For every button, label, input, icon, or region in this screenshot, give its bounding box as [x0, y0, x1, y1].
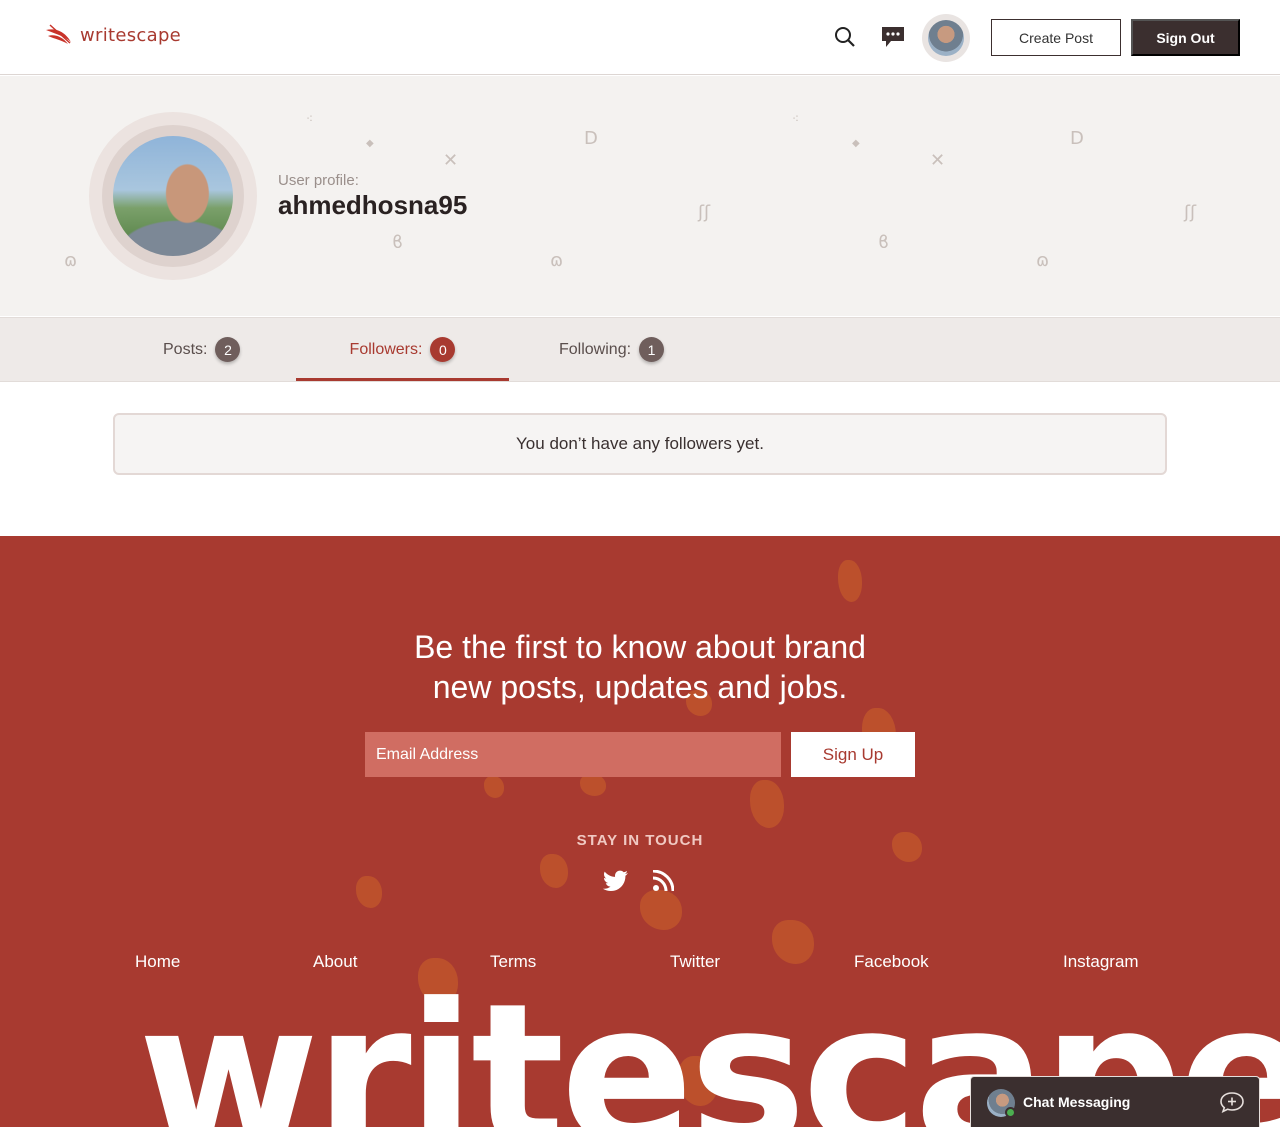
quill-logo-icon: [46, 24, 71, 44]
following-count-badge: 1: [639, 337, 665, 362]
torn-edge-divider: [0, 536, 1280, 540]
paint-splat: [772, 920, 814, 964]
pattern-moon-icon: D: [1070, 128, 1084, 149]
newsletter-heading-line1: Be the first to know about brand: [414, 629, 866, 665]
paint-splat: [540, 854, 568, 888]
email-field[interactable]: [365, 732, 781, 777]
search-icon[interactable]: [832, 24, 858, 50]
top-navbar: writescape Create Post Sign Out: [0, 0, 1280, 75]
twitter-icon[interactable]: [603, 868, 629, 894]
pattern-moon-icon: D: [584, 128, 598, 149]
empty-followers-message: You don’t have any followers yet.: [113, 413, 1167, 475]
stay-in-touch-heading: STAY IN TOUCH: [576, 832, 704, 849]
tab-followers[interactable]: Followers: 0: [296, 318, 509, 381]
tab-posts-label: Posts:: [163, 340, 208, 358]
pattern-diamond-icon: ◆: [366, 138, 374, 149]
paint-splat: [356, 876, 382, 908]
pattern-squiggle-icon: ʃʃ: [1184, 202, 1197, 223]
profile-photo: [113, 136, 233, 256]
pattern-cross-icon: ✕: [930, 150, 946, 171]
header-avatar[interactable]: [922, 14, 970, 62]
tab-following-label: Following:: [559, 340, 632, 358]
chat-messaging-widget[interactable]: Chat Messaging: [970, 1076, 1260, 1127]
site-footer: Be the first to know about brand new pos…: [0, 536, 1280, 1127]
profile-banner: ⁖ ◆ ✕ D ʃʃ ɷ ϐ ɷ ⁖ ◆ ✕ D ʃʃ ϐ ɷ User pro…: [0, 76, 1280, 316]
brand-logo-link[interactable]: writescape: [44, 22, 181, 48]
followers-count-badge: 0: [430, 337, 456, 362]
create-post-button[interactable]: Create Post: [991, 19, 1121, 56]
sign-up-button[interactable]: Sign Up: [791, 732, 915, 777]
tab-posts[interactable]: Posts: 2: [163, 318, 241, 381]
new-chat-icon[interactable]: [1219, 1091, 1245, 1118]
pattern-loop-icon: ϐ: [392, 232, 404, 253]
profile-avatar: [89, 112, 257, 280]
tab-following[interactable]: Following: 1: [559, 318, 665, 381]
pattern-spiral-icon: ɷ: [550, 250, 564, 271]
paint-splat: [838, 560, 862, 602]
posts-count-badge: 2: [215, 337, 241, 362]
newsletter-heading-line2: new posts, updates and jobs.: [432, 669, 848, 705]
paint-splat: [580, 774, 606, 796]
pattern-diamond-icon: ◆: [852, 138, 860, 149]
pattern-loop-icon: ϐ: [878, 232, 890, 253]
paint-splat: [892, 832, 922, 862]
paint-splat: [640, 890, 682, 930]
chat-title: Chat Messaging: [1023, 1094, 1131, 1110]
profile-label: User profile:: [278, 172, 359, 189]
paint-splat: [484, 776, 504, 798]
pattern-dots-icon: ⁖: [792, 112, 800, 126]
pattern-spiral-icon: ɷ: [64, 250, 78, 271]
profile-tabs: Posts: 2 Followers: 0 Following: 1: [0, 317, 1280, 382]
rss-icon[interactable]: [650, 868, 676, 894]
tab-followers-label: Followers:: [349, 340, 423, 358]
pattern-spiral-icon: ɷ: [1036, 250, 1050, 271]
pattern-squiggle-icon: ʃʃ: [698, 202, 711, 223]
newsletter-heading: Be the first to know about brand new pos…: [340, 627, 940, 707]
brand-name: writescape: [80, 24, 182, 46]
pattern-cross-icon: ✕: [443, 150, 459, 171]
profile-username: ahmedhosna95: [278, 190, 468, 220]
chat-dots-icon[interactable]: [880, 24, 906, 50]
paint-splat: [750, 780, 784, 828]
sign-out-button[interactable]: Sign Out: [1131, 19, 1240, 56]
pattern-dots-icon: ⁖: [306, 112, 314, 126]
online-status-dot: [1005, 1107, 1016, 1118]
